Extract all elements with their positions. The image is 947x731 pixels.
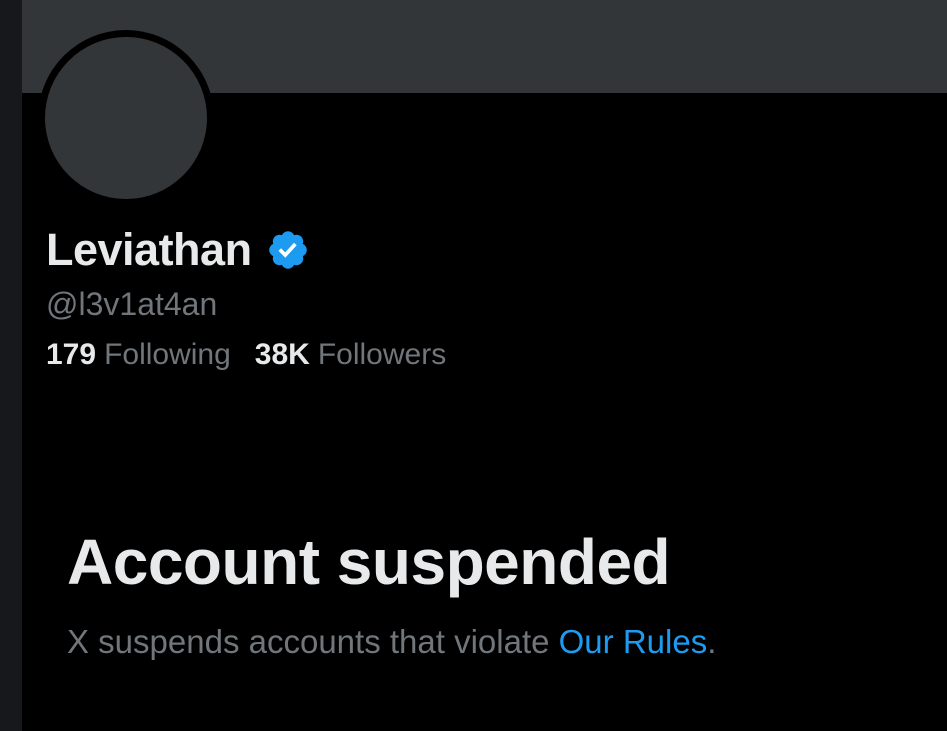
followers-count: 38K [254, 338, 310, 371]
following-count: 179 [46, 338, 97, 371]
suspension-title: Account suspended [67, 526, 671, 598]
profile-info: Leviathan @l3v1at4an 179 Following 38K F… [46, 222, 926, 374]
followers-label: Followers [317, 338, 447, 371]
suspension-message-prefix: X suspends accounts that violate [67, 623, 559, 660]
profile-page: Leviathan @l3v1at4an 179 Following 38K F… [0, 0, 947, 731]
left-sidebar-edge [0, 0, 22, 731]
avatar-placeholder [45, 37, 207, 199]
avatar[interactable] [38, 30, 214, 206]
name-row: Leviathan [46, 222, 926, 278]
following-label: Following [104, 338, 231, 371]
suspension-message: X suspends accounts that violate Our Rul… [67, 622, 927, 662]
following-link[interactable]: 179 Following [46, 336, 231, 374]
profile-main-column: Leviathan @l3v1at4an 179 Following 38K F… [22, 0, 947, 731]
display-name: Leviathan [46, 224, 252, 275]
suspension-message-suffix: . [707, 623, 717, 660]
verified-badge-icon[interactable] [266, 228, 310, 272]
suspension-notice: Account suspended X suspends accounts th… [67, 524, 927, 662]
followers-link[interactable]: 38K Followers [255, 336, 446, 374]
handle: @l3v1at4an [46, 286, 218, 322]
our-rules-link[interactable]: Our Rules [559, 623, 708, 660]
profile-stats: 179 Following 38K Followers [46, 336, 926, 374]
